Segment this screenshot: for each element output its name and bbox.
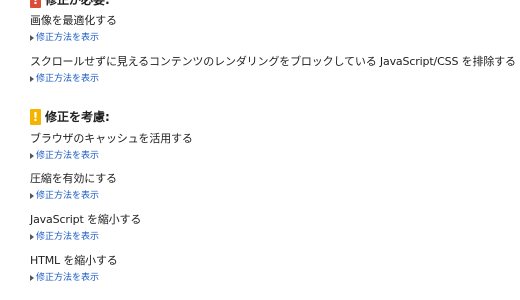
show-fix-link[interactable]: 修正方法を表示 (30, 32, 512, 44)
expand-triangle-icon (30, 193, 34, 199)
expand-triangle-icon (30, 153, 34, 159)
rule-title: JavaScript を縮小する (30, 213, 142, 226)
show-fix-link-text[interactable]: 修正方法を表示 (36, 190, 99, 202)
rule-item-render-blocking: スクロールせずに見えるコンテンツのレンダリングをブロックしている JavaScr… (30, 55, 516, 85)
show-fix-link-text[interactable]: 修正方法を表示 (36, 231, 99, 243)
rule-title: 圧縮を有効にする (30, 172, 117, 185)
show-fix-link-text[interactable]: 修正方法を表示 (36, 73, 99, 85)
show-fix-link-text[interactable]: 修正方法を表示 (36, 272, 99, 284)
show-fix-link[interactable]: 修正方法を表示 (30, 73, 512, 85)
rule-title: HTML を縮小する (30, 254, 118, 267)
expand-triangle-icon (30, 76, 34, 82)
show-fix-link[interactable]: 修正方法を表示 (30, 231, 512, 243)
rule-item-minify-js: JavaScript を縮小する 修正方法を表示 (30, 213, 512, 243)
rule-title: 画像を最適化する (30, 14, 117, 27)
rule-item-enable-compression: 圧縮を有効にする 修正方法を表示 (30, 172, 512, 202)
consider-fixing-header: ! 修正を考慮: (30, 109, 512, 125)
expand-triangle-icon (30, 275, 34, 281)
section-title: 修正を考慮: (45, 110, 110, 124)
expand-triangle-icon (30, 234, 34, 240)
expand-triangle-icon (30, 35, 34, 41)
rule-item-browser-caching: ブラウザのキャッシュを活用する 修正方法を表示 (30, 132, 512, 162)
show-fix-link[interactable]: 修正方法を表示 (30, 150, 512, 162)
rule-title: ブラウザのキャッシュを活用する (30, 132, 193, 145)
rule-item-minify-html: HTML を縮小する 修正方法を表示 (30, 254, 512, 284)
show-fix-link-text[interactable]: 修正方法を表示 (36, 32, 99, 44)
rule-item-optimize-images: 画像を最適化する 修正方法を表示 (30, 14, 512, 44)
show-fix-link-text[interactable]: 修正方法を表示 (36, 150, 99, 162)
show-fix-link[interactable]: 修正方法を表示 (30, 272, 512, 284)
show-fix-link[interactable]: 修正方法を表示 (30, 190, 512, 202)
consider-fixing-section: ! 修正を考慮: ブラウザのキャッシュを活用する 修正方法を表示 圧縮を有効にす… (30, 109, 512, 283)
must-fix-section: ! 修正が必要: 画像を最適化する 修正方法を表示 スクロールせずに見えるコンテ… (30, 0, 516, 84)
section-title: 修正が必要: (45, 0, 110, 7)
error-icon: ! (30, 0, 41, 8)
warning-icon: ! (30, 109, 41, 125)
rule-title: スクロールせずに見えるコンテンツのレンダリングをブロックしている JavaScr… (30, 55, 516, 68)
must-fix-header: ! 修正が必要: (30, 0, 512, 8)
